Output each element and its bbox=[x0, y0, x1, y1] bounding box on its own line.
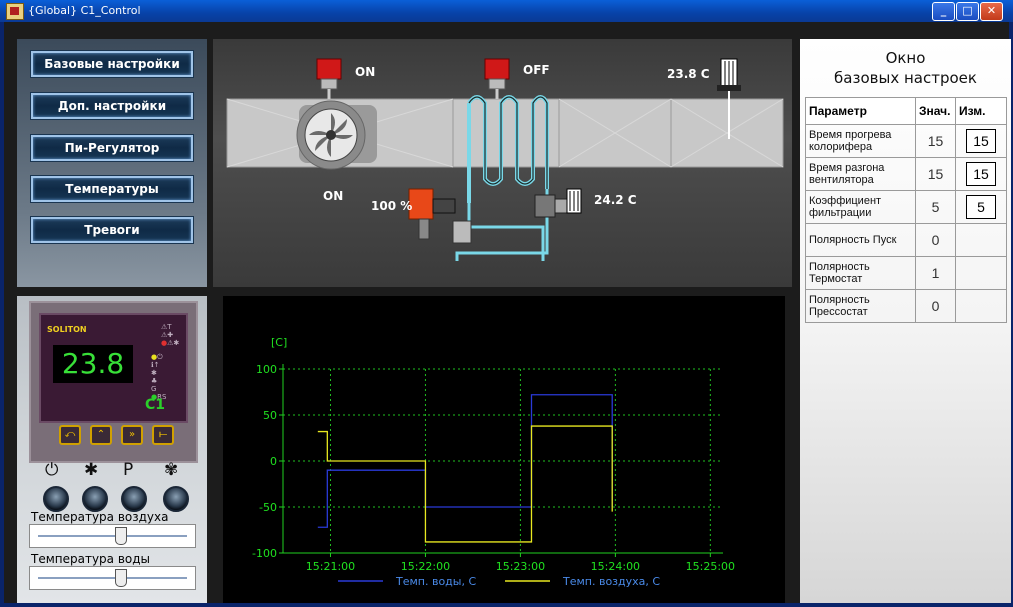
y-tick-label: 0 bbox=[270, 455, 277, 468]
air-temp-readout: 23.8 C bbox=[667, 67, 710, 81]
close-button[interactable]: ✕ bbox=[980, 2, 1003, 21]
valve-percent-readout: 100 % bbox=[371, 199, 413, 213]
device-key-enter-icon[interactable]: ⟝ bbox=[152, 425, 174, 445]
param-edit-input[interactable]: 15 bbox=[966, 129, 996, 153]
app-icon bbox=[6, 3, 24, 20]
settings-panel: Окно базовых настроек Параметр Знач. Изм… bbox=[800, 39, 1011, 603]
water-temp-slider-thumb[interactable] bbox=[114, 569, 127, 587]
minimize-button[interactable]: _ bbox=[932, 2, 955, 21]
power-knob[interactable] bbox=[43, 486, 69, 512]
title-bar: {Global} C1_Control _ □ ✕ bbox=[0, 0, 1013, 22]
water-temp-slider[interactable] bbox=[29, 566, 196, 590]
air-temp-slider-thumb[interactable] bbox=[114, 527, 127, 545]
power-icon: ⏻ bbox=[45, 460, 59, 480]
heater-actuator bbox=[484, 58, 510, 99]
fan-damper-actuator bbox=[316, 58, 342, 99]
param-edit-empty bbox=[955, 223, 1007, 257]
water-temp-readout: 24.2 C bbox=[594, 193, 637, 207]
table-row: Время разгона вентилятора 15 15 bbox=[805, 157, 1007, 191]
water-temp-sensor bbox=[534, 188, 582, 218]
controller-device: SOLITON 23.8 ⚠T ⚠✚ ●⚠✱ ●⏻ ℹ↑ ✱ ♣ G ●RS C1 ⤺ ⌃ »… bbox=[29, 301, 198, 463]
nav-button-extra-settings[interactable]: Доп. настройки bbox=[31, 93, 193, 119]
param-name: Время прогрева колорифера bbox=[805, 124, 916, 158]
fan-icon: ✾ bbox=[164, 460, 179, 480]
param-value: 1 bbox=[915, 256, 956, 290]
y-axis-label: [C] bbox=[271, 336, 287, 349]
param-name: Время разгона вентилятора bbox=[805, 157, 916, 191]
table-row: Полярность Термостат 1 bbox=[805, 256, 1007, 290]
maximize-button[interactable]: □ bbox=[956, 2, 979, 21]
x-tick-label: 15:24:00 bbox=[591, 560, 640, 573]
fan-unit bbox=[296, 100, 377, 170]
window-title: {Global} C1_Control bbox=[28, 4, 141, 17]
process-diagram: ON OFF ON 23.8 C 100 % 24.2 C bbox=[213, 39, 792, 287]
fan-damper-status: ON bbox=[355, 65, 376, 79]
heater-valve-status: OFF bbox=[523, 63, 550, 77]
nav-button-alarms[interactable]: Тревоги bbox=[31, 217, 193, 243]
header-value: Знач. bbox=[915, 97, 956, 125]
indicator-icons-top: ⚠T ⚠✚ ●⚠✱ bbox=[161, 323, 180, 347]
param-name: Полярность Пуск bbox=[805, 223, 916, 257]
x-tick-label: 15:23:00 bbox=[496, 560, 545, 573]
fan-knob[interactable] bbox=[163, 486, 189, 512]
x-tick-label: 15:21:00 bbox=[306, 560, 355, 573]
nav-panel: Базовые настройки Доп. настройки Пи-Регу… bbox=[17, 39, 207, 287]
y-tick-label: 50 bbox=[263, 409, 277, 422]
device-key-up-icon[interactable]: ⌃ bbox=[90, 425, 112, 445]
temperature-chart-panel: [C] 100 50 0 -50 -100 15:21:00 15:22:00 15:23:00… bbox=[223, 296, 785, 603]
water-temp-label: Температура воды bbox=[31, 552, 151, 566]
indicator-icons-side: ●⏻ ℹ↑ ✱ ♣ G ●RS bbox=[151, 353, 167, 401]
param-value: 5 bbox=[915, 190, 956, 224]
settings-title-line1: Окно bbox=[885, 49, 926, 67]
nav-button-temperatures[interactable]: Температуры bbox=[31, 176, 193, 202]
param-value: 0 bbox=[915, 289, 956, 323]
nav-button-pi-regulator[interactable]: Пи-Регулятор bbox=[31, 135, 193, 161]
snowflake-icon: ✱ bbox=[84, 460, 99, 480]
table-row: Время прогрева колорифера 15 15 bbox=[805, 124, 1007, 158]
device-brand: SOLITON bbox=[47, 325, 87, 334]
param-value: 15 bbox=[915, 124, 956, 158]
param-value: 0 bbox=[915, 223, 956, 257]
header-param: Параметр bbox=[805, 97, 916, 125]
controller-display: 23.8 bbox=[53, 345, 133, 383]
controller-screen: SOLITON 23.8 ⚠T ⚠✚ ●⚠✱ ●⏻ ℹ↑ ✱ ♣ G ●RS C1 bbox=[39, 313, 188, 423]
param-name: Коэффициент фильтрации bbox=[805, 190, 916, 224]
temperature-chart: [C] 100 50 0 -50 -100 15:21:00 15:22:00 15:23:00… bbox=[252, 336, 735, 588]
y-tick-label: 100 bbox=[256, 363, 277, 376]
header-edit: Изм. bbox=[955, 97, 1007, 125]
param-name: Полярность Прессостат bbox=[805, 289, 916, 323]
x-tick-label: 15:25:00 bbox=[686, 560, 735, 573]
cooling-knob[interactable] bbox=[82, 486, 108, 512]
three-way-valve bbox=[408, 188, 472, 244]
device-key-back-icon[interactable]: ⤺ bbox=[59, 425, 81, 445]
series-line-air-temp bbox=[317, 425, 613, 543]
param-name: Полярность Термостат bbox=[805, 256, 916, 290]
table-header-row: Параметр Знач. Изм. bbox=[805, 97, 1007, 125]
p-icon: P bbox=[123, 460, 134, 480]
legend-label: Темп. воды, С bbox=[395, 575, 476, 588]
table-row: Полярность Прессостат 0 bbox=[805, 289, 1007, 323]
fan-status: ON bbox=[323, 189, 344, 203]
param-edit-empty bbox=[955, 256, 1007, 290]
param-edit-input[interactable]: 15 bbox=[966, 162, 996, 186]
settings-title-line2: базовых настроек bbox=[834, 69, 977, 87]
param-value: 15 bbox=[915, 157, 956, 191]
param-edit-input[interactable]: 5 bbox=[966, 195, 996, 219]
nav-button-basic-settings[interactable]: Базовые настройки bbox=[31, 51, 193, 77]
air-temp-slider[interactable] bbox=[29, 524, 196, 548]
controller-panel: SOLITON 23.8 ⚠T ⚠✚ ●⚠✱ ●⏻ ℹ↑ ✱ ♣ G ●RS C1 ⤺ ⌃ »… bbox=[17, 296, 207, 603]
air-temp-label: Температура воздуха bbox=[31, 510, 169, 524]
param-edit-empty bbox=[955, 289, 1007, 323]
p-knob[interactable] bbox=[121, 486, 147, 512]
device-key-forward-icon[interactable]: » bbox=[121, 425, 143, 445]
table-row: Коэффициент фильтрации 5 5 bbox=[805, 190, 1007, 224]
table-row: Полярность Пуск 0 bbox=[805, 223, 1007, 257]
settings-table: Параметр Знач. Изм. Время прогрева колор… bbox=[805, 97, 1007, 323]
device-model: C1 bbox=[145, 397, 166, 413]
y-tick-label: -50 bbox=[259, 501, 277, 514]
y-tick-label: -100 bbox=[252, 547, 277, 560]
x-tick-label: 15:22:00 bbox=[401, 560, 450, 573]
legend-label: Темп. воздуха, С bbox=[562, 575, 660, 588]
